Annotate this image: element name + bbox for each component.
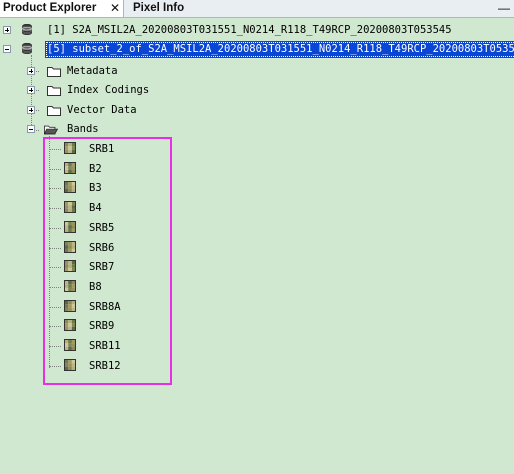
- tree-item-vector-data[interactable]: Vector Data: [0, 102, 300, 119]
- tree-item-product-1[interactable]: [1] S2A_MSIL2A_20200803T031551_N0214_R11…: [0, 22, 514, 39]
- tool-window-tabbar: Product Explorer ✕ Pixel Info —: [0, 0, 514, 18]
- band-label: SRB7: [89, 261, 115, 273]
- close-icon[interactable]: ✕: [110, 0, 120, 16]
- tab-pixel-info-label: Pixel Info: [133, 2, 185, 14]
- expand-icon[interactable]: [3, 26, 11, 34]
- tree-item-band[interactable]: SRB6: [0, 240, 170, 257]
- product-1-label: [1] S2A_MSIL2A_20200803T031551_N0214_R11…: [47, 24, 452, 36]
- folder-icon: [47, 106, 61, 116]
- raster-band-icon: [64, 162, 76, 174]
- tree-item-band[interactable]: B2: [0, 161, 170, 178]
- raster-band-icon: [64, 142, 76, 154]
- vector-data-label: Vector Data: [67, 104, 137, 116]
- product-5-label: [5] subset_2_of_S2A_MSIL2A_20200803T0315…: [45, 41, 514, 58]
- tab-pixel-info[interactable]: Pixel Info: [131, 0, 184, 17]
- band-label: SRB6: [89, 242, 115, 254]
- tree-item-band[interactable]: B4: [0, 200, 170, 217]
- raster-band-icon: [64, 280, 76, 292]
- index-codings-label: Index Codings: [67, 84, 150, 96]
- collapse-icon[interactable]: [27, 125, 35, 133]
- tab-product-explorer[interactable]: Product Explorer ✕: [0, 0, 124, 17]
- raster-band-icon: [64, 181, 76, 193]
- band-label: SRB12: [89, 360, 121, 372]
- tree-item-band[interactable]: SRB1: [0, 141, 170, 158]
- tab-product-explorer-label: Product Explorer: [3, 2, 97, 14]
- band-label: B8: [89, 281, 102, 293]
- expand-icon[interactable]: [27, 106, 35, 114]
- raster-band-icon: [64, 201, 76, 213]
- tree-item-band[interactable]: B3: [0, 180, 170, 197]
- tree-item-band[interactable]: B8: [0, 279, 170, 296]
- raster-band-icon: [64, 319, 76, 331]
- collapse-icon[interactable]: [3, 45, 11, 53]
- metadata-label: Metadata: [67, 65, 118, 77]
- minimize-icon[interactable]: —: [498, 1, 510, 15]
- raster-band-icon: [64, 221, 76, 233]
- product-icon: [22, 24, 32, 35]
- band-label: SRB9: [89, 320, 115, 332]
- tree-item-product-5[interactable]: [5] subset_2_of_S2A_MSIL2A_20200803T0315…: [0, 41, 514, 58]
- product-icon: [22, 43, 32, 54]
- tree-item-metadata[interactable]: Metadata: [0, 63, 300, 80]
- raster-band-icon: [64, 260, 76, 272]
- bands-label: Bands: [67, 123, 99, 135]
- folder-icon: [47, 86, 61, 96]
- band-label: SRB11: [89, 340, 121, 352]
- band-label: B3: [89, 182, 102, 194]
- tree-item-index-codings[interactable]: Index Codings: [0, 82, 300, 99]
- band-label: SRB8A: [89, 301, 121, 313]
- tree-item-band[interactable]: SRB12: [0, 358, 170, 375]
- raster-band-icon: [64, 241, 76, 253]
- tree-item-band[interactable]: SRB9: [0, 318, 170, 335]
- raster-band-icon: [64, 339, 76, 351]
- tree-item-band[interactable]: SRB11: [0, 338, 170, 355]
- band-label: SRB1: [89, 143, 115, 155]
- tree-item-band[interactable]: SRB8A: [0, 299, 170, 316]
- band-label: B2: [89, 163, 102, 175]
- open-folder-icon: [44, 125, 58, 135]
- expand-icon[interactable]: [27, 67, 35, 75]
- raster-band-icon: [64, 359, 76, 371]
- folder-icon: [47, 67, 61, 77]
- band-label: SRB5: [89, 222, 115, 234]
- raster-band-icon: [64, 300, 76, 312]
- tree-item-bands[interactable]: Bands: [0, 121, 300, 138]
- expand-icon[interactable]: [27, 86, 35, 94]
- tree-item-band[interactable]: SRB5: [0, 220, 170, 237]
- tree-item-band[interactable]: SRB7: [0, 259, 170, 276]
- band-label: B4: [89, 202, 102, 214]
